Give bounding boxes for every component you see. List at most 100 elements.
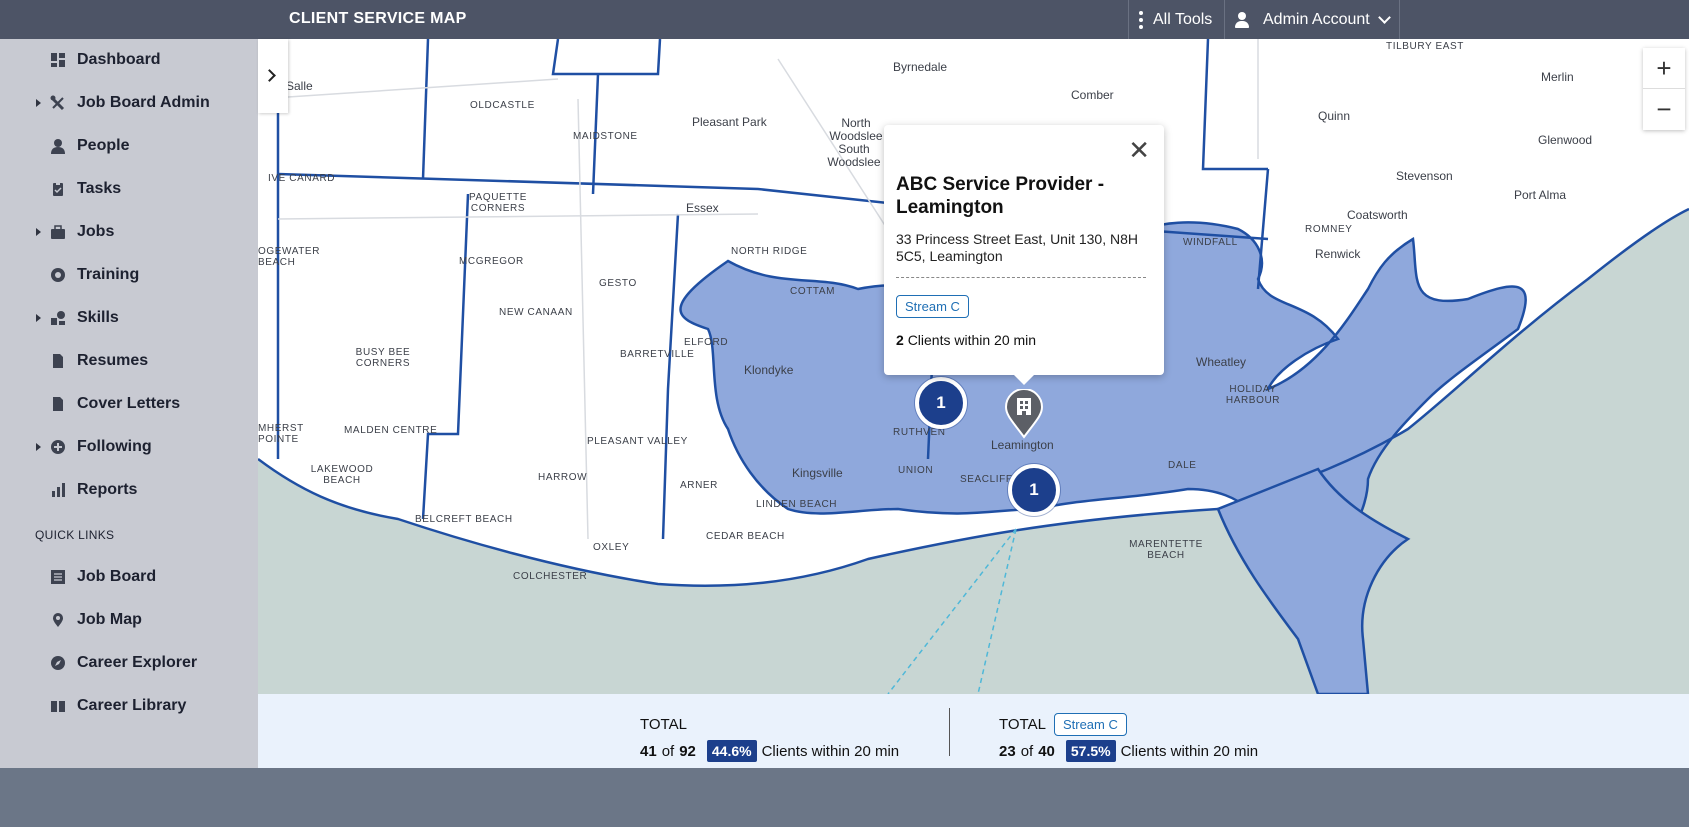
popup-count-text: Clients within 20 min	[907, 332, 1037, 348]
admin-account-label: Admin Account	[1263, 10, 1370, 28]
popup-count-number: 2	[896, 332, 904, 348]
stat-count: 23	[999, 742, 1016, 760]
all-tools-button[interactable]: All Tools	[1128, 0, 1224, 39]
sidebar-item-label: Jobs	[77, 223, 115, 240]
map-place-label: CEDAR BEACH	[706, 531, 785, 542]
admin-account-menu[interactable]: Admin Account	[1224, 0, 1400, 39]
map-place-label: PAQUETTE CORNERS	[469, 192, 527, 214]
sidebar-item-training[interactable]: Training	[0, 260, 258, 290]
map-place-label: WINDFALL	[1183, 237, 1238, 248]
dashboard-icon	[50, 52, 66, 68]
stat-divider	[949, 708, 950, 756]
map-place-label: Port Alma	[1514, 188, 1567, 202]
sidebar-item-resumes[interactable]: Resumes	[0, 346, 258, 376]
expand-arrow-icon	[36, 314, 41, 322]
sidebar-item-people[interactable]: People	[0, 131, 258, 161]
stat-total: 40	[1038, 742, 1055, 760]
sidebar-item-tasks[interactable]: Tasks	[0, 174, 258, 204]
building-pin-icon[interactable]	[1004, 389, 1044, 439]
sidebar: Dashboard Job Board Admin People Tasks J…	[0, 39, 258, 768]
map-place-label: NORTH RIDGE	[731, 246, 808, 257]
sidebar-item-job-board-admin[interactable]: Job Board Admin	[0, 88, 258, 118]
map-place-label: MAIDSTONE	[573, 131, 638, 142]
popup-divider	[896, 277, 1146, 278]
panel-toggle-button[interactable]	[258, 39, 288, 113]
stat-percent-badge: 57.5%	[1065, 740, 1116, 762]
map-place-label: Stevenson	[1396, 169, 1453, 183]
kebab-icon	[1139, 10, 1143, 29]
map-place-label: NEW CANAAN	[499, 307, 573, 318]
sidebar-item-label: Dashboard	[77, 51, 161, 68]
map-place-label: MALDEN CENTRE	[344, 425, 438, 436]
top-bar: CLIENT SERVICE MAP All Tools Admin Accou…	[0, 0, 1689, 39]
sidebar-item-dashboard[interactable]: Dashboard	[0, 45, 258, 75]
map-place-label: Klondyke	[744, 363, 794, 377]
map-place-label: South Woodslee	[827, 142, 881, 169]
map-place-label: BARRETVILLE	[620, 349, 695, 360]
boundary-line	[421, 39, 430, 180]
sidebar-item-label: Tasks	[77, 180, 122, 197]
sidebar-item-label: Cover Letters	[77, 395, 181, 412]
user-icon	[1235, 11, 1249, 28]
quick-link-job-map[interactable]: Job Map	[0, 605, 258, 635]
sidebar-item-cover-letters[interactable]: Cover Letters	[0, 389, 258, 419]
document-icon	[50, 353, 66, 369]
map-place-label: Comber	[1071, 88, 1114, 102]
zoom-in-button[interactable]: +	[1643, 48, 1685, 89]
cluster-marker[interactable]: 1	[1008, 464, 1060, 516]
cluster-marker[interactable]: 1	[915, 377, 967, 429]
stream-c-stat: TOTAL Stream C 23 of 40 57.5% Clients wi…	[999, 712, 1258, 762]
map-place-label: DALE	[1168, 460, 1197, 471]
bar-chart-icon	[50, 482, 66, 498]
sidebar-item-label: Skills	[77, 309, 119, 326]
sidebar-item-jobs[interactable]: Jobs	[0, 217, 258, 247]
map-place-label: OGEWATER BEACH	[258, 246, 321, 268]
training-icon	[50, 267, 66, 283]
provider-popup: ✕ ABC Service Provider - Leamington 33 P…	[884, 125, 1164, 385]
popup-address: 33 Princess Street East, Unit 130, N8H 5…	[896, 231, 1138, 264]
boundary-line	[421, 193, 470, 520]
expand-arrow-icon	[36, 443, 41, 451]
map-place-label: MARENTETTE BEACH	[1129, 539, 1203, 561]
map-place-label: COTTAM	[790, 286, 836, 297]
map-place-label: HARROW	[538, 472, 588, 483]
chevron-down-icon	[1377, 10, 1391, 24]
stream-badge: Stream C	[1053, 712, 1127, 736]
zoom-out-button[interactable]: −	[1643, 89, 1685, 130]
quick-link-career-explorer[interactable]: Career Explorer	[0, 648, 258, 678]
stat-of: of	[661, 742, 675, 760]
stat-text: Clients within 20 min	[1120, 742, 1259, 760]
quick-link-career-library[interactable]: Career Library	[0, 691, 258, 721]
stat-text: Clients within 20 min	[761, 742, 900, 760]
quick-link-job-board[interactable]: Job Board	[0, 562, 258, 592]
sidebar-item-reports[interactable]: Reports	[0, 475, 258, 505]
map-place-label: ROMNEY	[1305, 224, 1353, 235]
boundary-line	[661, 213, 680, 540]
map-place-label: Merlin	[1541, 70, 1574, 84]
map-place-label: Coatsworth	[1347, 208, 1408, 222]
quick-link-label: Job Board	[77, 568, 157, 585]
map-place-label: Pleasant Park	[692, 115, 767, 129]
list-icon	[50, 569, 66, 585]
map-place-label: ELFORD	[684, 337, 729, 348]
sidebar-item-label: People	[77, 137, 130, 154]
map-place-label: HOLIDAY HARBOUR	[1225, 384, 1281, 406]
clipboard-icon	[50, 181, 66, 197]
sidebar-item-label: Training	[77, 266, 140, 283]
close-icon[interactable]: ✕	[1128, 137, 1150, 163]
footer-band	[0, 768, 1689, 827]
map-place-label: BELCREFT BEACH	[415, 514, 513, 525]
compass-icon	[50, 655, 66, 671]
sidebar-item-following[interactable]: Following	[0, 432, 258, 462]
quick-links-heading: QUICK LINKS	[35, 528, 115, 542]
map-place-label: MCGREGOR	[459, 256, 524, 267]
zoom-controls: + −	[1643, 48, 1685, 130]
map-place-label: Glenwood	[1538, 133, 1593, 147]
map-place-label: PLEASANT VALLEY	[587, 436, 688, 447]
map-place-label: ARNER	[680, 480, 719, 491]
sidebar-item-skills[interactable]: Skills	[0, 303, 258, 333]
map-place-label: SEACLIFF	[960, 474, 1013, 485]
map-place-label: TILBURY EAST	[1386, 41, 1464, 52]
map-place-label: Essex	[686, 201, 719, 215]
expand-arrow-icon	[36, 228, 41, 236]
